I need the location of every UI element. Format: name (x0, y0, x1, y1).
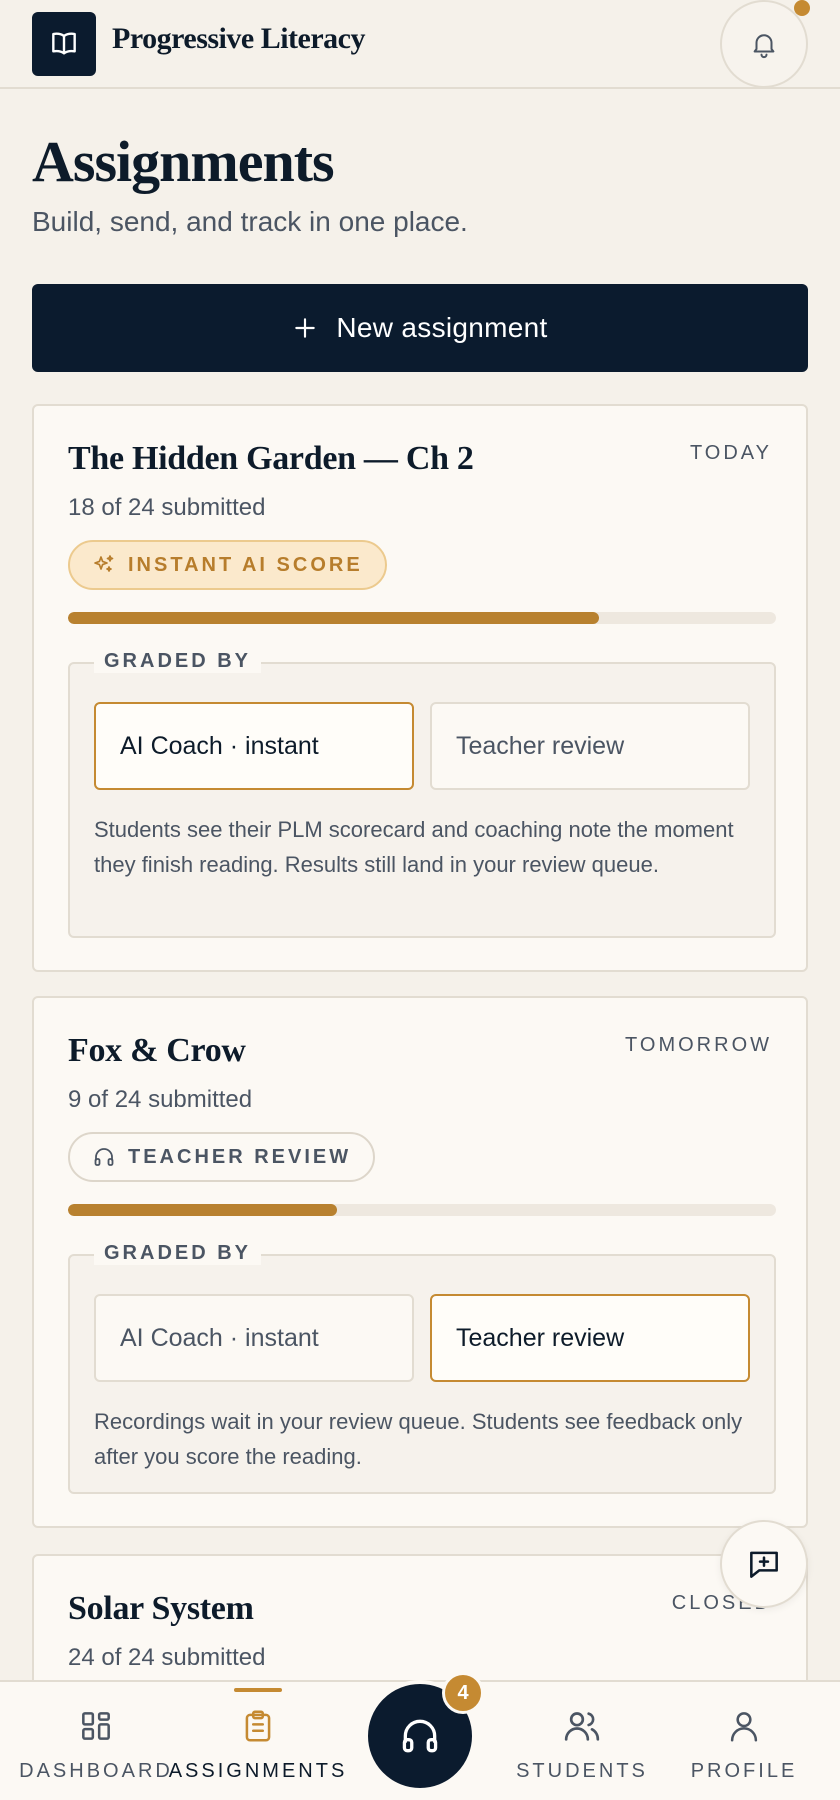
assignment-title: Solar System (68, 1590, 254, 1627)
progress-fill (68, 1204, 338, 1216)
page-subtitle: Build, send, and track in one place. (32, 206, 468, 237)
option-ai-coach[interactable]: AI Coach · instant (94, 702, 414, 790)
book-icon (52, 32, 76, 55)
assignment-card[interactable]: Fox & Crow TOMORROW 9 of 24 submitted TE… (32, 996, 808, 1528)
assignment-card[interactable]: The Hidden Garden — Ch 2 TODAY 18 of 24 … (32, 404, 808, 972)
nav-assignments[interactable]: ASSIGNMENTS (169, 1682, 344, 1800)
message-plus-icon (750, 1551, 778, 1578)
assignment-title: The Hidden Garden — Ch 2 (68, 440, 474, 477)
graded-by-group: GRADED BY AI Coach · instant Teacher rev… (68, 1242, 776, 1494)
user-icon (730, 1712, 758, 1742)
top-bar: Progressive Literacy (0, 0, 840, 89)
grid-icon (82, 1712, 110, 1740)
grading-mode-chip: INSTANT AI SCORE (68, 540, 387, 590)
option-ai-coach[interactable]: AI Coach · instant (94, 1294, 414, 1382)
submitted-count: 24 of 24 submitted (68, 1644, 266, 1671)
nav-label: DASHBOARD (19, 1760, 173, 1782)
due-label: TODAY (689, 442, 772, 464)
graded-by-group: GRADED BY AI Coach · instant Teacher rev… (68, 650, 776, 938)
bell-icon (753, 34, 775, 59)
headphones-icon (94, 1148, 114, 1166)
submitted-count: 9 of 24 submitted (68, 1086, 253, 1113)
notification-dot (794, 0, 810, 16)
new-assignment-label: New assignment (336, 312, 548, 343)
nav-students[interactable]: STUDENTS (502, 1682, 662, 1800)
clipboard-icon (245, 1710, 271, 1742)
grading-mode-chip: TEACHER REVIEW (68, 1132, 376, 1182)
graded-by-legend: GRADED BY (94, 1242, 262, 1265)
option-teacher-review[interactable]: Teacher review (430, 1294, 750, 1382)
notifications-button[interactable] (720, 0, 808, 88)
graded-by-legend: GRADED BY (94, 650, 262, 673)
chip-label: TEACHER REVIEW (128, 1145, 352, 1168)
chip-label: INSTANT AI SCORE (128, 553, 363, 576)
logo[interactable] (32, 12, 96, 76)
plus-icon (295, 318, 316, 338)
graded-by-note: Students see their PLM scorecard and coa… (94, 817, 734, 877)
nav-label: ASSIGNMENTS (168, 1760, 348, 1782)
brand-name: Progressive Literacy (112, 22, 365, 55)
nav-dashboard[interactable]: DASHBOARD (16, 1682, 176, 1800)
users-icon (564, 1712, 600, 1741)
active-indicator (234, 1688, 282, 1692)
message-button[interactable] (720, 1520, 808, 1608)
progress-fill (68, 612, 599, 624)
submission-progress (68, 1204, 776, 1216)
option-teacher-review[interactable]: Teacher review (430, 702, 750, 790)
nav-label: STUDENTS (516, 1760, 648, 1782)
submitted-count: 18 of 24 submitted (68, 494, 266, 521)
assignment-title: Fox & Crow (68, 1032, 246, 1069)
sparkles-icon (94, 555, 114, 572)
nav-label: PROFILE (690, 1760, 798, 1782)
new-assignment-button[interactable]: New assignment (32, 284, 808, 372)
review-count-badge: 4 (442, 1672, 484, 1714)
nav-profile[interactable]: PROFILE (664, 1682, 824, 1800)
page-title: Assignments (32, 129, 335, 194)
graded-by-note: Recordings wait in your review queue. St… (94, 1409, 743, 1469)
due-label: TOMORROW (625, 1034, 772, 1056)
headphones-icon (402, 1719, 438, 1753)
submission-progress (68, 612, 776, 624)
